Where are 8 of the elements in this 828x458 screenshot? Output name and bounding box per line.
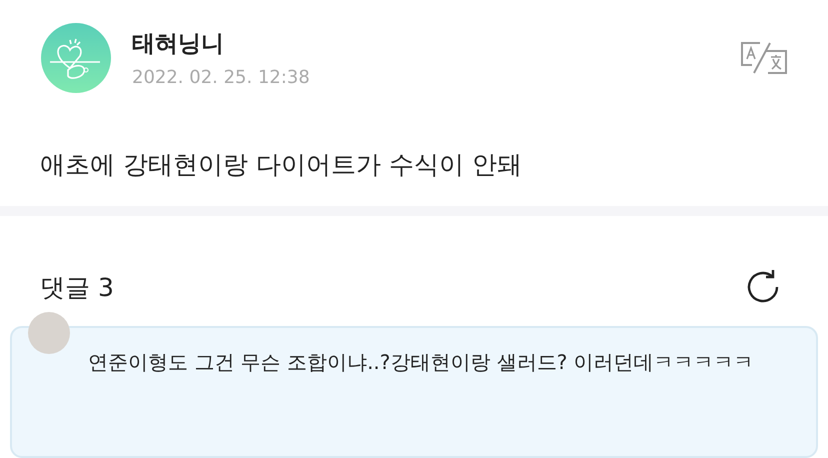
avatar-icon — [28, 312, 70, 354]
comment-text: 연준이형도 그건 무슨 조합이냐..?강태현이랑 샐러드? 이러던데ㅋㅋㅋㅋㅋ — [88, 349, 755, 376]
post-text: 애초에 강태현이랑 다이어트가 수식이 안돼 — [40, 149, 523, 181]
author-name: 태혀닝니 — [132, 30, 225, 59]
translate-icon[interactable] — [740, 41, 788, 75]
avatar-icon — [40, 22, 112, 94]
post-date: 2022. 02. 25. 12:38 — [132, 67, 311, 88]
comment-count: 댓글 3 — [40, 272, 114, 304]
